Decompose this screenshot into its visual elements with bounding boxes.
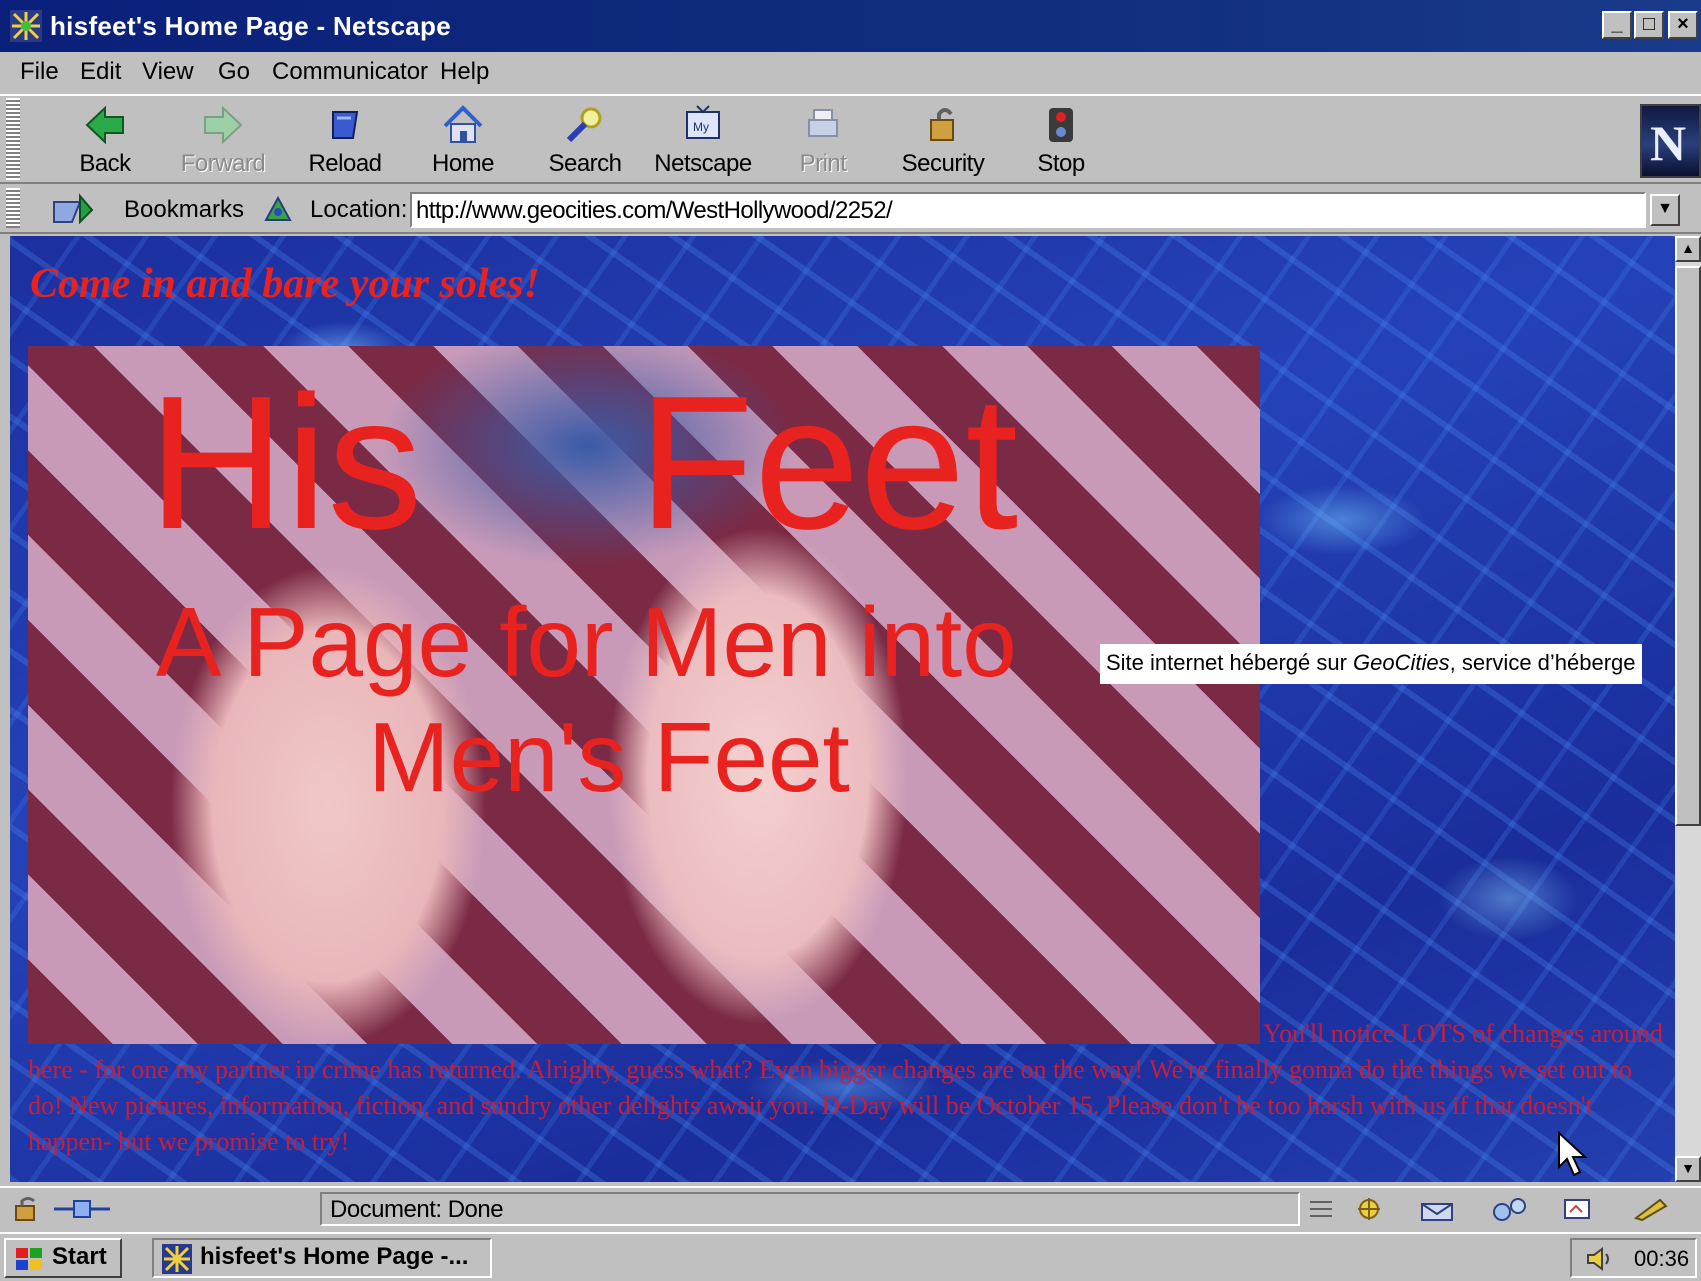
bookmarks-button[interactable]: Bookmarks bbox=[124, 196, 244, 224]
caption-geocities: GeoCities bbox=[1353, 650, 1450, 675]
bookmarks-icon[interactable] bbox=[52, 192, 110, 226]
taskbar-clock[interactable]: 00:36 bbox=[1634, 1246, 1689, 1272]
stop-button[interactable]: Stop bbox=[1006, 100, 1116, 180]
start-label: Start bbox=[52, 1243, 107, 1270]
window-title: hisfeet's Home Page - Netscape bbox=[50, 11, 451, 41]
start-button[interactable]: Start bbox=[4, 1238, 122, 1278]
connection-icon[interactable] bbox=[52, 1196, 112, 1222]
composer-icon[interactable] bbox=[1562, 1196, 1592, 1222]
page-proxy-icon[interactable] bbox=[262, 194, 294, 224]
lock-icon bbox=[930, 108, 954, 141]
maximize-button[interactable]: □ bbox=[1634, 11, 1664, 39]
minimize-button[interactable]: _ bbox=[1602, 11, 1632, 39]
forward-button[interactable]: Forward bbox=[168, 100, 278, 180]
navigation-toolbar: Back Forward Reload Home Search My Netsc… bbox=[0, 94, 1701, 184]
forward-arrow-icon bbox=[204, 105, 243, 145]
back-button[interactable]: Back bbox=[50, 100, 160, 180]
search-button[interactable]: Search bbox=[530, 100, 640, 180]
component-bar-grip-icon[interactable] bbox=[1306, 1196, 1336, 1222]
scroll-up-button[interactable]: ▲ bbox=[1675, 236, 1701, 262]
url-input[interactable]: http://www.geocities.com/WestHollywood/2… bbox=[410, 192, 1646, 228]
mail-icon[interactable] bbox=[1418, 1196, 1458, 1222]
menu-view[interactable]: View bbox=[142, 58, 194, 86]
reload-label: Reload bbox=[308, 150, 382, 177]
netscape-throbber-logo[interactable]: N bbox=[1640, 104, 1701, 178]
page-tagline: Come in and bare your soles! bbox=[30, 261, 540, 307]
netscape-logo-letter: N bbox=[1650, 115, 1687, 171]
url-dropdown-button[interactable]: ▼ bbox=[1650, 194, 1680, 226]
search-icon bbox=[566, 107, 602, 143]
reload-icon bbox=[332, 111, 359, 139]
hero-subtitle-line1: A Page for Men into bbox=[156, 587, 1017, 697]
svg-text:My: My bbox=[693, 120, 709, 134]
location-grip[interactable] bbox=[6, 188, 20, 228]
volume-speaker-icon[interactable] bbox=[1584, 1246, 1614, 1272]
page-content: Come in and bare your soles! His Feet A … bbox=[10, 236, 1675, 1182]
scroll-down-button[interactable]: ▼ bbox=[1675, 1156, 1701, 1182]
newsgroups-icon[interactable] bbox=[1488, 1196, 1532, 1222]
system-tray: 00:36 bbox=[1570, 1238, 1697, 1278]
news-paragraph: You'll notice LOTS of changes around her… bbox=[28, 1019, 1663, 1156]
netscape-window-icon bbox=[162, 1244, 192, 1274]
edit-pencil-icon[interactable] bbox=[1630, 1196, 1670, 1222]
menu-bar: File Edit View Go Communicator Help bbox=[0, 52, 1701, 94]
menu-edit[interactable]: Edit bbox=[80, 58, 121, 86]
menu-communicator[interactable]: Communicator bbox=[272, 58, 428, 86]
menu-file[interactable]: File bbox=[20, 58, 59, 86]
netscape-label: Netscape bbox=[654, 150, 752, 177]
reload-button[interactable]: Reload bbox=[290, 100, 400, 180]
home-label: Home bbox=[431, 150, 495, 177]
back-label: Back bbox=[79, 150, 131, 177]
print-label: Print bbox=[799, 150, 847, 177]
location-toolbar: Bookmarks Location: http://www.geocities… bbox=[0, 184, 1701, 234]
security-button[interactable]: Security bbox=[888, 100, 998, 180]
home-button[interactable]: Home bbox=[408, 100, 518, 180]
windows-taskbar: Start hisfeet's Home Page -... 00:36 bbox=[0, 1232, 1701, 1281]
status-text: Document: Done bbox=[320, 1192, 1300, 1226]
vertical-scrollbar[interactable]: ▲ ▼ bbox=[1675, 236, 1701, 1182]
stop-icon bbox=[1049, 108, 1073, 142]
location-label: Location: bbox=[310, 196, 408, 223]
stop-label: Stop bbox=[1037, 150, 1085, 177]
home-icon bbox=[443, 105, 483, 143]
image-caption: Site internet hébergé sur GeoCities, ser… bbox=[1100, 644, 1642, 684]
search-label: Search bbox=[548, 150, 622, 177]
hero-subtitle-line2: Men's Feet bbox=[368, 702, 850, 812]
scroll-thumb[interactable] bbox=[1675, 266, 1701, 826]
hero-title-feet: Feet bbox=[638, 357, 1019, 569]
print-button[interactable]: Print bbox=[768, 100, 878, 180]
my-netscape-icon: My bbox=[686, 105, 720, 139]
print-icon bbox=[808, 109, 838, 137]
close-button[interactable]: × bbox=[1668, 11, 1698, 39]
back-arrow-icon bbox=[85, 105, 124, 145]
navigator-icon[interactable] bbox=[1350, 1196, 1388, 1222]
status-bar: Document: Done bbox=[0, 1186, 1701, 1230]
forward-label: Forward bbox=[180, 150, 266, 177]
window-title-bar[interactable]: hisfeet's Home Page - Netscape _ □ × bbox=[0, 0, 1701, 52]
menu-go[interactable]: Go bbox=[218, 58, 250, 86]
taskbar-window-button[interactable]: hisfeet's Home Page -... bbox=[152, 1238, 492, 1278]
caption-text-end: , service d’héberge bbox=[1449, 650, 1636, 675]
hero-banner-image: His Feet A Page for Men into Men's Feet bbox=[28, 346, 1260, 1044]
caption-text-start: Site internet hébergé sur bbox=[1106, 650, 1354, 675]
security-label: Security bbox=[901, 150, 985, 177]
taskbar-window-title: hisfeet's Home Page -... bbox=[200, 1243, 469, 1270]
my-netscape-button[interactable]: My Netscape bbox=[648, 100, 758, 180]
toolbar-grip[interactable] bbox=[6, 98, 20, 180]
menu-help[interactable]: Help bbox=[440, 58, 489, 86]
security-lock-icon[interactable] bbox=[12, 1196, 42, 1222]
mouse-pointer-icon bbox=[1558, 1131, 1588, 1177]
windows-logo-icon bbox=[16, 1248, 42, 1270]
netscape-page-icon bbox=[10, 10, 42, 42]
hero-title-his: His bbox=[148, 357, 423, 569]
